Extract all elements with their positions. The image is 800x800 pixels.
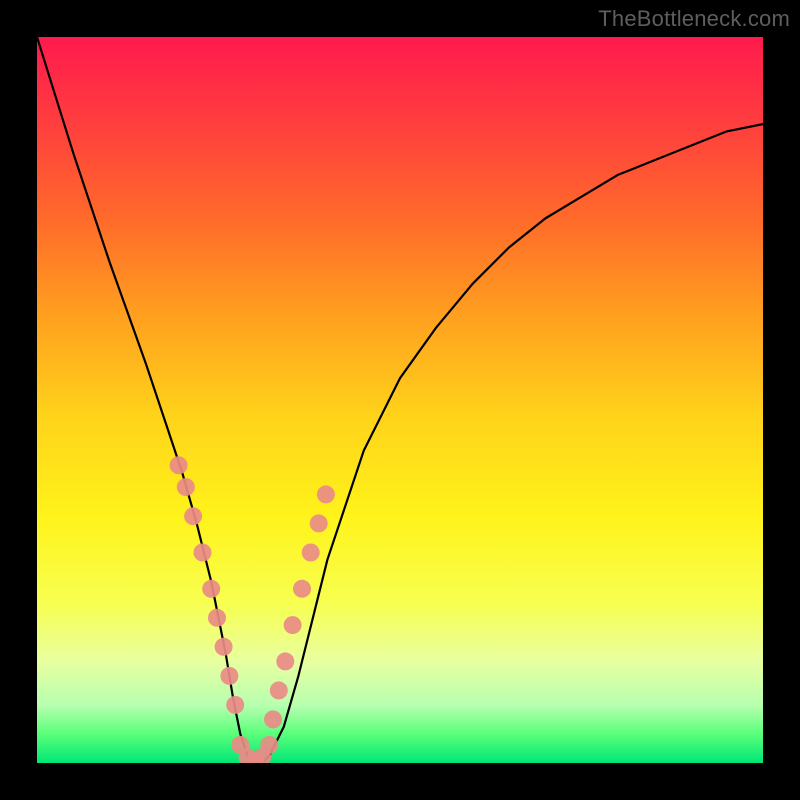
highlight-dot [270, 681, 288, 699]
chart-frame: TheBottleneck.com [0, 0, 800, 800]
highlight-dot [284, 616, 302, 634]
highlight-dot [317, 485, 335, 503]
highlight-dot [302, 544, 320, 562]
watermark-text: TheBottleneck.com [598, 6, 790, 32]
highlight-dot [276, 652, 294, 670]
highlight-dot [293, 580, 311, 598]
highlight-dot [202, 580, 220, 598]
highlight-dot [260, 736, 278, 754]
highlight-dot [194, 544, 212, 562]
plot-area [37, 37, 763, 763]
highlight-dot [170, 456, 188, 474]
highlight-dot [215, 638, 233, 656]
highlight-dot [184, 507, 202, 525]
highlight-dot [264, 710, 282, 728]
highlight-dot [208, 609, 226, 627]
highlight-dot [310, 514, 328, 532]
highlight-dot [220, 667, 238, 685]
highlight-dot [177, 478, 195, 496]
bottleneck-curve [37, 37, 763, 763]
chart-svg [37, 37, 763, 763]
highlight-dot [226, 696, 244, 714]
